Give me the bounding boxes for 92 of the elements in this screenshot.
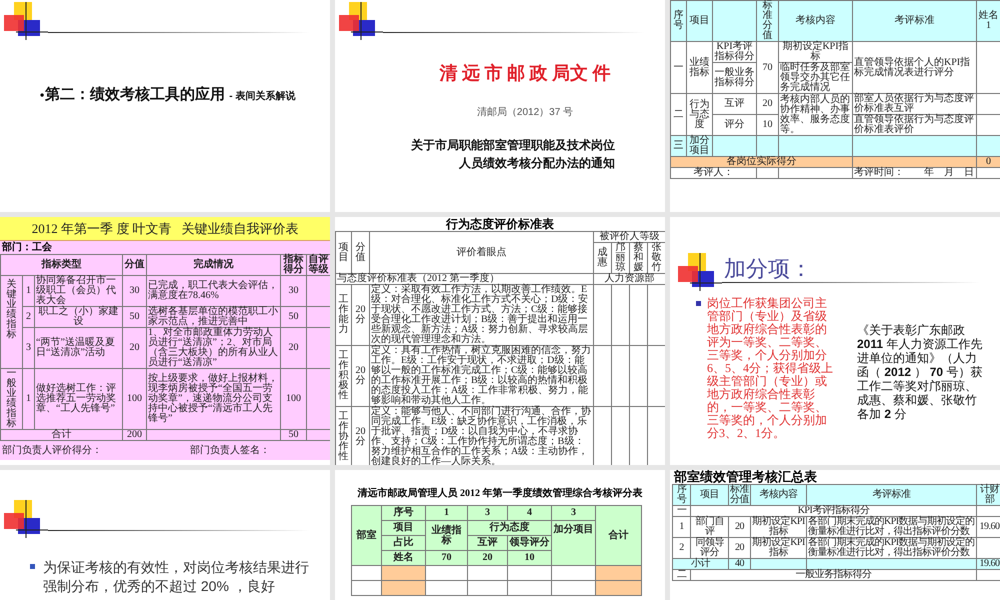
table-cell: 30 (280, 276, 307, 306)
table-cell: 合计 (0, 430, 123, 440)
table-cell: 序号 (672, 484, 690, 506)
table-cell: 蔡和媛 (630, 242, 648, 274)
table-title: 清远市邮政局管理人员 2012 年第一季度绩效管理综合考核评分表 (356, 488, 644, 500)
slide[interactable] (670, 0, 1000, 212)
squares-logo-drawing (339, 2, 383, 40)
table-cell: 邝丽琼 (612, 242, 630, 274)
slide[interactable]: •第二：绩效考核工具的应用 - 表间关系解说 (0, 0, 330, 212)
table-cell: 指标得分 (280, 254, 307, 276)
department-label: 部门：工会 (0, 241, 53, 254)
bullet-text: 为保证考核的有效性，对岗位考核结果进行强制分布，优秀的不超过 20% ，良好 (43, 558, 310, 596)
table-cell: 已完成，职工代表大会评估，满意度在78.46% (146, 276, 281, 306)
table-cell: 20 (280, 328, 307, 368)
bullet-icon (30, 564, 35, 569)
table-cell: 一般业务指标得分 (690, 570, 976, 580)
table-cell: 二 (672, 570, 690, 580)
signature-label: 部门负责人签名： (190, 444, 270, 458)
table-cell: 50 (280, 430, 307, 440)
slide[interactable] (335, 217, 665, 465)
table-cell: 考评时间： 年 月 日 (852, 168, 976, 178)
table-cell: 评价着眼点 (370, 232, 594, 274)
table-cell: 自评等级 (306, 254, 330, 276)
table-cell: 张敬竹 (648, 242, 665, 274)
document-number: 清邮局（2012）37 号 (476, 106, 574, 120)
table-cell: 100 (122, 368, 147, 430)
table-cell: 分值 (122, 254, 147, 276)
table-cell: 部室 (352, 506, 382, 566)
table-cell: 20 (468, 550, 508, 566)
table-cell: 工作积极性 (336, 346, 352, 406)
table-cell: 做好选树工作：评选推荐五一劳动奖章、“工人先锋号” (34, 368, 123, 430)
table-title: 部室绩效管理考核汇总表 (672, 470, 818, 484)
table-cell: 分值 (352, 232, 370, 274)
squares-logo-drawing (4, 2, 48, 40)
table-cell: 合计 (596, 506, 642, 566)
table-cell: 按上级要求，做好上报材料，现李炳房被授予“全国五一劳动奖章”，速递物流分公司支持中心被授予“清远市工人先锋号” (146, 368, 281, 430)
signature-label: 部门负责人评价得分： (2, 444, 102, 458)
table-cell: 20 (122, 328, 147, 368)
table-cell: 1 (22, 276, 34, 306)
bullet: • (40, 87, 44, 104)
table-cell: 人力资源部 (594, 274, 665, 284)
table-cell: 10 (508, 550, 552, 566)
table-cell: 与态度评价标准表（2012 第一季度） (336, 274, 594, 284)
table-cell: 职工之（小）家建设 (34, 306, 123, 328)
table-cell: 30 (122, 276, 147, 306)
slide[interactable]: 清 远 市 邮 政 局文 件 清邮局（2012）37 号 关于市局职能部室管理职能及技术岗位 人员绩效考核分配办法的通知 (335, 0, 665, 212)
slide[interactable] (0, 217, 330, 465)
table-cell: 定义：采取有效工作方法，以期改善工作绩效。E级：对合理化、标准化工作方式不关心；D级：安于现状、不愿改进工作方式、方法；C级：能够接受合理化工作改进计划；B级：善于提出和运用一些新观念、新方法；A级：努力创新、寻求较高层次的现代管理理念和方法。 (370, 284, 594, 346)
table-cell: 项目 (336, 232, 352, 274)
slide[interactable]: 为保证考核的有效性，对岗位考核结果进行强制分布，优秀的不超过 20% ，良好 (0, 470, 330, 600)
slide-title: 加分项： (723, 256, 813, 282)
bullet-icon (696, 301, 701, 306)
squares-logo-drawing (678, 253, 722, 291)
table-cell: 一 (670, 42, 686, 94)
table-cell: 工作能力 (336, 284, 352, 346)
slide-title: 第二：绩效考核工具的应用 (45, 85, 226, 105)
table-cell: 2 (22, 306, 34, 328)
table-cell: 70 (426, 550, 468, 566)
table-title: 行为态度评价标准表 (444, 217, 555, 231)
table-cell: 50 (122, 306, 147, 328)
table-cell: 100 (280, 368, 307, 430)
table-cell: 协同筹备召开市一级职工（会员）代表大会 (34, 276, 123, 306)
table-cell: 1 (22, 368, 34, 430)
table-cell: 考评人： (670, 168, 756, 178)
table-cell: 选树各基层单位的模范职工小家示范点，推进完善中 (146, 306, 281, 328)
table-cell: 3 (22, 328, 34, 368)
table-cell: 序号 (670, 0, 686, 42)
table-cell: 1、对全市邮政重体力劳动人员进行“送清凉”；2、对市局（含三大板块）的所有从业人员进行“送清凉” (146, 328, 281, 368)
slide[interactable]: 清远市邮政局管理人员 2012 年第一季度绩效管理综合考核评分表 部室 序号 1 3 4 3 合计 项目 业绩指标 行为态度 加分项目 占比 互评 领导评分 姓名 70 20 10 (335, 470, 665, 600)
note-text: 《关于表彰广东邮政 2011 年人力资源工作先进单位的通知》（人力函（ 2012 ） 70 号）获工作二等奖对邝丽琼、成惠、蔡和媛、张敬竹各加 2 分 (857, 323, 984, 423)
table-cell: 一般业绩指标 (0, 368, 22, 430)
table-cell: 被评价人等级 (594, 232, 665, 242)
document-title: 关于市局职能部室管理职能及技术岗位 (411, 137, 615, 154)
table-cell: 定义：具有工作热情，树立克服困难的信念，努力工作。E级：工作安于现状，不求进取；D级：能够以一般的工作标准完成工作；C级：能够以较高的工作标准开展工作；B级：以较高的热情和积极的态度投入工作；A级：工作非常积极、努力，能够影响和带动其他人工作。 (370, 346, 594, 406)
table-cell: 成惠 (594, 242, 612, 274)
table-cell: 20分 (352, 284, 370, 346)
table-cell: 指标类型 (0, 254, 123, 276)
table-cell: 关键业绩指标 (0, 276, 22, 368)
table-cell: 二 (670, 94, 686, 136)
slide-subtitle: - 表间关系解说 (229, 90, 296, 104)
bullet-text: 岗位工作获集团公司主管部门（专业）及省级地方政府综合性表彰的评为一等奖、二等奖、三等奖，个人分别加分6、5、4分；获得省级上级主管部门（专业）或地方政府综合性表彰的，一等奖、二等奖、三等奖的，个人分别加分3、2、1分。 (707, 297, 834, 440)
document-title: 人员绩效考核分配办法的通知 (459, 155, 615, 172)
slide[interactable]: 加分项： 岗位工作获集团公司主管部门（专业）及省级地方政府综合性表彰的评为一等奖、二等奖、三等奖，个人分别加分6、5、4分；获得省级上级主管部门（专业）或地方政府综合性表彰的，一等奖、二等奖、三等奖的，个人分别加分3、2、1分。 《关于表彰广东邮政 2011 年人力资源工作先进单位的通知》（人力函（ 2012 ） 70 号）获工作二等奖对邝丽琼、成惠、蔡和媛、张敬竹各加 2 分 (670, 217, 1000, 465)
table-title: 2012 年第一季 度 叶文青 关键业绩自我评价表 (0, 217, 330, 241)
table-cell: 200 (122, 430, 147, 440)
document-heading: 清 远 市 邮 政 局文 件 (438, 62, 610, 85)
table-cell: 50 (280, 306, 307, 328)
table-cell: 20分 (352, 346, 370, 406)
squares-logo-drawing (4, 500, 48, 538)
table-cell: “两节”送温暖及夏日“送清凉”活动 (34, 328, 123, 368)
table-cell: 完成情况 (146, 254, 281, 276)
table-cell: 工作协作性 (336, 406, 352, 465)
